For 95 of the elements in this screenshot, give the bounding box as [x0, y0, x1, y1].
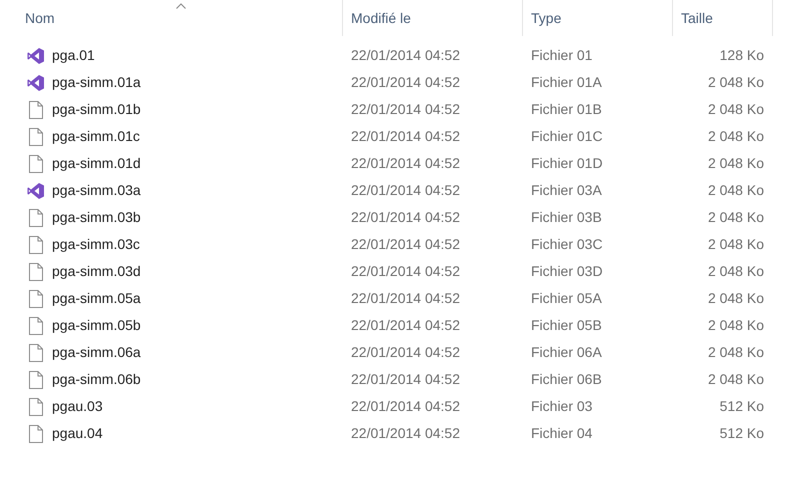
- file-name: pga-simm.01d: [52, 154, 141, 173]
- file-size: 128 Ko: [718, 46, 764, 65]
- file-name-cell[interactable]: pga-simm.03b: [0, 207, 343, 228]
- visual-studio-icon: [27, 74, 45, 92]
- modified-date: 22/01/2014 04:52: [350, 316, 461, 335]
- file-name-cell[interactable]: pgau.03: [0, 396, 343, 417]
- file-icon: [29, 208, 43, 226]
- file-name: pgau.04: [52, 424, 103, 443]
- sort-up-icon: [176, 3, 186, 9]
- modified-date: 22/01/2014 04:52: [350, 127, 461, 146]
- column-header[interactable]: Modifié le: [343, 0, 523, 36]
- file-type: Fichier 04: [530, 424, 594, 443]
- modified-date: 22/01/2014 04:52: [350, 424, 461, 443]
- file-type: Fichier 01C: [530, 127, 604, 146]
- modified-date: 22/01/2014 04:52: [350, 235, 461, 254]
- file-size: 2 048 Ko: [706, 343, 764, 362]
- modified-date: 22/01/2014 04:52: [350, 397, 461, 416]
- file-icon: [29, 128, 43, 146]
- modified-date: 22/01/2014 04:52: [350, 289, 461, 308]
- file-icon: [29, 344, 43, 362]
- file-name-cell[interactable]: pga-simm.01d: [0, 153, 343, 174]
- file-name: pga-simm.06a: [52, 343, 141, 362]
- file-type: Fichier 01A: [530, 73, 603, 92]
- file-icon: [29, 424, 43, 442]
- file-size: 2 048 Ko: [706, 181, 764, 200]
- file-name: pgau.03: [52, 397, 103, 416]
- file-name-cell[interactable]: pga-simm.06b: [0, 369, 343, 390]
- file-name: pga-simm.03d: [52, 262, 141, 281]
- file-type: Fichier 03B: [530, 208, 603, 227]
- file-name: pga-simm.03b: [52, 208, 141, 227]
- modified-date: 22/01/2014 04:52: [350, 46, 461, 65]
- file-name-cell[interactable]: pga-simm.01a: [0, 72, 343, 93]
- file-type: Fichier 01D: [530, 154, 604, 173]
- file-type: Fichier 01: [530, 46, 594, 65]
- file-name: pga-simm.03c: [52, 235, 140, 254]
- file-icon: [29, 262, 43, 280]
- file-name-cell[interactable]: pga-simm.03d: [0, 261, 343, 282]
- file-type: Fichier 03C: [530, 235, 604, 254]
- file-icon: [29, 316, 43, 334]
- file-name: pga-simm.05b: [52, 316, 141, 335]
- modified-date: 22/01/2014 04:52: [350, 73, 461, 92]
- file-icon: [29, 290, 43, 308]
- file-icon: [29, 370, 43, 388]
- file-size: 2 048 Ko: [706, 208, 764, 227]
- file-name-cell[interactable]: pga-simm.01c: [0, 126, 343, 147]
- file-size: 2 048 Ko: [706, 127, 764, 146]
- file-size: 512 Ko: [718, 397, 764, 416]
- file-type: Fichier 03: [530, 397, 594, 416]
- modified-date: 22/01/2014 04:52: [350, 262, 461, 281]
- file-name-cell[interactable]: pga-simm.03a: [0, 180, 343, 201]
- file-size: 2 048 Ko: [706, 370, 764, 389]
- file-name: pga-simm.01c: [52, 127, 140, 146]
- file-name: pga-simm.06b: [52, 370, 141, 389]
- file-icon: [29, 100, 43, 118]
- file-size: 2 048 Ko: [706, 73, 764, 92]
- column-header[interactable]: Type: [523, 0, 673, 36]
- file-icon: [29, 398, 43, 416]
- file-name-cell[interactable]: pga-simm.05b: [0, 315, 343, 336]
- file-size: 512 Ko: [718, 424, 764, 443]
- modified-date: 22/01/2014 04:52: [350, 370, 461, 389]
- file-size: 2 048 Ko: [706, 262, 764, 281]
- file-icon: [29, 236, 43, 254]
- file-name-cell[interactable]: pga.01: [0, 45, 343, 66]
- file-type: Fichier 03D: [530, 262, 604, 281]
- modified-date: 22/01/2014 04:52: [350, 181, 461, 200]
- file-size: 2 048 Ko: [706, 235, 764, 254]
- file-type: Fichier 06A: [530, 343, 603, 362]
- file-name-cell[interactable]: pga-simm.06a: [0, 342, 343, 363]
- file-name-cell[interactable]: pga-simm.03c: [0, 234, 343, 255]
- file-size: 2 048 Ko: [706, 316, 764, 335]
- modified-date: 22/01/2014 04:52: [350, 154, 461, 173]
- modified-date: 22/01/2014 04:52: [350, 343, 461, 362]
- column-header[interactable]: Nom: [0, 0, 343, 36]
- file-name: pga-simm.01b: [52, 100, 141, 119]
- file-name: pga-simm.03a: [52, 181, 141, 200]
- file-size: 2 048 Ko: [706, 289, 764, 308]
- modified-date: 22/01/2014 04:52: [350, 100, 461, 119]
- file-size: 2 048 Ko: [706, 100, 764, 119]
- visual-studio-icon: [27, 182, 45, 200]
- file-name-cell[interactable]: pgau.04: [0, 423, 343, 444]
- file-size: 2 048 Ko: [706, 154, 764, 173]
- file-type: Fichier 06B: [530, 370, 603, 389]
- file-name: pga-simm.05a: [52, 289, 141, 308]
- file-type: Fichier 03A: [530, 181, 603, 200]
- file-name: pga-simm.01a: [52, 73, 141, 92]
- file-type: Fichier 05A: [530, 289, 603, 308]
- file-name: pga.01: [52, 46, 95, 65]
- column-header[interactable]: Taille: [673, 0, 773, 36]
- file-name-cell[interactable]: pga-simm.01b: [0, 99, 343, 120]
- modified-date: 22/01/2014 04:52: [350, 208, 461, 227]
- file-type: Fichier 05B: [530, 316, 603, 335]
- visual-studio-icon: [27, 46, 45, 64]
- file-icon: [29, 154, 43, 172]
- file-name-cell[interactable]: pga-simm.05a: [0, 288, 343, 309]
- file-type: Fichier 01B: [530, 100, 603, 119]
